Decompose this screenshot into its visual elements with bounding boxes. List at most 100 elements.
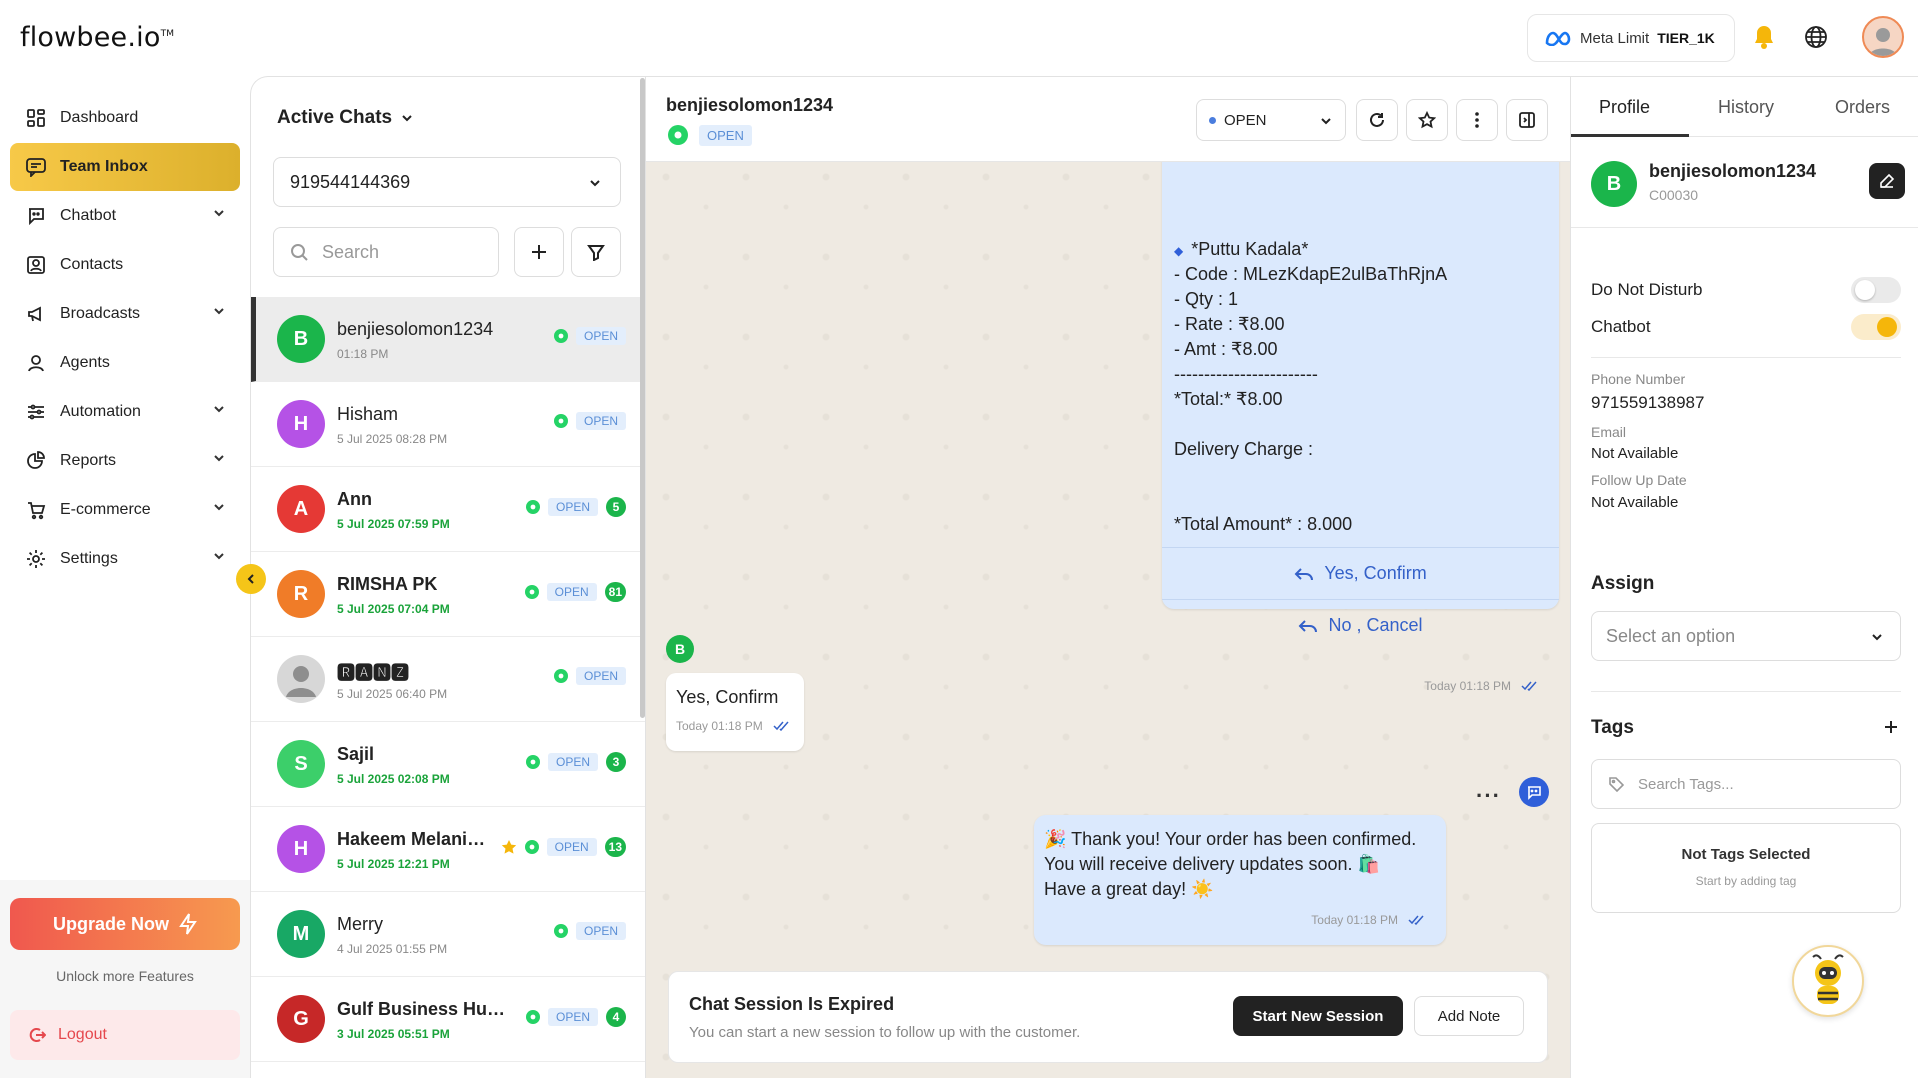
message-line: 🎉 Thank you! Your order has been confirm… <box>1044 829 1417 849</box>
chat-row-time: 5 Jul 2025 02:08 PM <box>337 772 450 786</box>
filter-button[interactable] <box>571 227 621 277</box>
active-tab-indicator <box>1571 134 1689 137</box>
chevron-down-icon <box>1319 114 1333 128</box>
outgoing-message-bubble: 🎉 Thank you! Your order has been confirm… <box>1034 815 1446 945</box>
sidebar-item-reports[interactable]: Reports <box>10 437 240 485</box>
sidebar-item-label: Chatbot <box>60 207 117 224</box>
sidebar-item-label: Dashboard <box>60 109 139 126</box>
session-title: Chat Session Is Expired <box>689 994 895 1014</box>
sidebar-item-contacts[interactable]: Contacts <box>10 241 240 289</box>
bell-icon[interactable] <box>1753 24 1775 50</box>
double-check-icon <box>773 721 791 731</box>
whatsapp-icon <box>525 755 540 769</box>
chat-row[interactable]: S Sajil 5 Jul 2025 02:08 PM OPEN 3 <box>251 722 645 807</box>
add-chat-button[interactable] <box>514 227 564 277</box>
chat-row[interactable]: 🆁🅰🅽🆉 5 Jul 2025 06:40 PM OPEN <box>251 637 645 722</box>
whatsapp-icon <box>524 585 539 599</box>
status-badge: OPEN <box>546 583 597 601</box>
sidebar-item-agents[interactable]: Agents <box>10 339 240 387</box>
tag-search-input[interactable]: Search Tags... <box>1591 759 1901 809</box>
toggle-panel-button[interactable] <box>1506 99 1548 141</box>
unread-count-badge: 13 <box>604 837 626 857</box>
order-summary-bubble: ◆ *Puttu Kadala* - Code : MLezKdapE2ulBaT… <box>1162 147 1559 693</box>
chevron-left-icon <box>245 573 257 585</box>
double-check-icon <box>1408 915 1426 925</box>
add-tag-button[interactable] <box>1883 719 1899 735</box>
no-tags-subtitle: Start by adding tag <box>1695 874 1797 888</box>
sidebar-item-ecommerce[interactable]: E-commerce <box>10 486 240 534</box>
phone-number-select[interactable]: 919544144369 <box>273 157 621 207</box>
add-note-button[interactable]: Add Note <box>1414 996 1524 1036</box>
chevron-down-icon <box>212 304 226 318</box>
globe-icon[interactable] <box>1803 24 1829 50</box>
chat-row-name: Hakeem Melanikkal <box>337 829 487 849</box>
quick-reply-no-button[interactable]: No , Cancel <box>1162 599 1559 651</box>
followup-value: Not Available <box>1591 494 1679 511</box>
chat-row[interactable]: H Hakeem Melanikkal 5 Jul 2025 12:21 PM … <box>251 807 645 892</box>
assign-select[interactable]: Select an option <box>1591 611 1901 661</box>
status-badge: OPEN <box>546 838 597 856</box>
whatsapp-icon <box>524 840 539 854</box>
sidebar-item-label: Automation <box>60 403 141 420</box>
message-line: Delivery Charge : <box>1174 439 1314 459</box>
pie-chart-icon <box>24 449 48 473</box>
message-line: ------------------------ <box>1174 364 1318 384</box>
sidebar-item-broadcasts[interactable]: Broadcasts <box>10 290 240 338</box>
sidebar-item-dashboard[interactable]: Dashboard <box>10 94 240 142</box>
tab-history[interactable]: History <box>1718 97 1774 118</box>
refresh-button[interactable] <box>1356 99 1398 141</box>
email-value: Not Available <box>1591 445 1679 462</box>
message-line: *Total Amount* : 8.000 <box>1174 514 1353 534</box>
no-tags-title: Not Tags Selected <box>1681 846 1811 863</box>
brand-logo[interactable]: flowbee.ioTM <box>20 22 174 53</box>
upgrade-button[interactable]: Upgrade Now <box>10 898 240 950</box>
sidebar: flowbee.ioTM Dashboard Team Inbox Chatbo… <box>0 0 250 1078</box>
chat-row[interactable]: A Ann 5 Jul 2025 07:59 PM OPEN 5 <box>251 467 645 552</box>
chatbot-toggle[interactable] <box>1851 314 1901 340</box>
message-meta: Today 01:18 PM <box>676 719 791 733</box>
more-options-button[interactable] <box>1456 99 1498 141</box>
message-actions-icon[interactable]: ··· <box>1476 783 1501 809</box>
sidebar-item-chatbot[interactable]: Chatbot <box>10 192 240 240</box>
chat-row[interactable]: R RIMSHA PK 5 Jul 2025 07:04 PM OPEN 81 <box>251 552 645 637</box>
message-line: - Code : MLezKdapE2ulBaThRjnA <box>1174 264 1448 284</box>
sidebar-item-automation[interactable]: Automation <box>10 388 240 436</box>
user-avatar[interactable] <box>1862 16 1904 58</box>
sidebar-item-label: Agents <box>60 354 110 371</box>
chat-row-time: 3 Jul 2025 05:51 PM <box>337 1027 450 1041</box>
start-new-session-button[interactable]: Start New Session <box>1233 996 1403 1036</box>
chat-row[interactable]: H Hisham 5 Jul 2025 08:28 PM OPEN <box>251 382 645 467</box>
sidebar-item-settings[interactable]: Settings <box>10 535 240 583</box>
favorite-button[interactable] <box>1406 99 1448 141</box>
whatsapp-icon <box>525 500 540 514</box>
sliders-icon <box>24 400 48 424</box>
edit-profile-button[interactable] <box>1869 163 1905 199</box>
logout-button[interactable]: Logout <box>10 1010 240 1060</box>
chat-status-select[interactable]: OPEN <box>1196 99 1346 141</box>
active-chats-dropdown[interactable]: Active Chats <box>277 107 414 129</box>
filter-icon <box>587 243 605 261</box>
divider <box>1591 691 1901 692</box>
chat-row-time: 5 Jul 2025 07:59 PM <box>337 517 450 531</box>
megaphone-icon <box>24 302 48 326</box>
chat-row[interactable]: B benjiesolomon1234 01:18 PM OPEN <box>251 297 645 382</box>
status-badge: OPEN <box>575 667 626 685</box>
tab-orders[interactable]: Orders <box>1835 97 1890 118</box>
tab-profile[interactable]: Profile <box>1599 97 1650 118</box>
sidebar-item-team-inbox[interactable]: Team Inbox <box>10 143 240 191</box>
avatar: S <box>277 740 325 788</box>
meta-limit-badge: Meta Limit TIER_1K <box>1527 14 1735 62</box>
quick-reply-yes-button[interactable]: Yes, Confirm <box>1162 547 1559 599</box>
chat-row-name: Merry <box>337 914 383 934</box>
collapse-sidebar-button[interactable] <box>236 564 266 594</box>
chat-row[interactable]: G Gulf Business Hub Qatar 3 Jul 2025 05:… <box>251 977 645 1062</box>
chat-search-input[interactable]: Search <box>273 227 499 277</box>
status-badge: OPEN <box>547 498 598 516</box>
chat-row[interactable]: M Merry 4 Jul 2025 01:55 PM OPEN <box>251 892 645 977</box>
bee-assistant-icon[interactable] <box>1792 945 1864 1017</box>
avatar: B <box>277 315 325 363</box>
dnd-toggle[interactable] <box>1851 277 1901 303</box>
divider <box>1591 357 1901 358</box>
unread-count-badge: 3 <box>606 752 626 772</box>
message-line: - Qty : 1 <box>1174 289 1239 309</box>
